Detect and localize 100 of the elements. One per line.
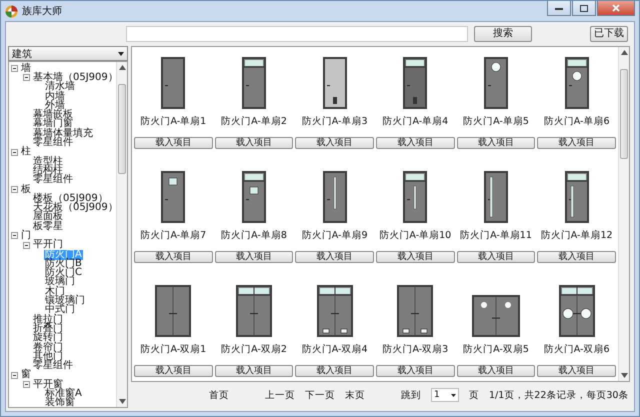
load-button[interactable]: 载入项目 (456, 251, 536, 263)
tree-item[interactable]: 零星组件 (32, 138, 74, 148)
minimize-icon (555, 6, 563, 10)
jump-label: 跳到 (401, 388, 421, 402)
load-button[interactable]: 载入项目 (214, 137, 294, 149)
load-button[interactable]: 载入项目 (537, 365, 616, 377)
door-drawing (403, 171, 428, 223)
collapse-icon[interactable] (23, 74, 30, 82)
item-name: 防火门A-单扇3 (302, 115, 368, 128)
item-name: 防火门A-单扇12 (540, 229, 613, 242)
load-button[interactable]: 载入项目 (134, 365, 213, 377)
door-drawing (484, 57, 508, 109)
app-logo-icon (5, 4, 18, 18)
load-button[interactable]: 载入项目 (537, 137, 616, 149)
scroll-up-icon[interactable] (118, 65, 126, 70)
page-select[interactable]: 1 (431, 388, 459, 402)
door-drawing (484, 171, 508, 223)
item-name: 防火门A-双扇1 (140, 343, 206, 356)
tree-item[interactable]: 其他门 (32, 352, 64, 362)
scroll-down-icon[interactable] (620, 373, 628, 378)
door-drawing (397, 285, 434, 337)
tree-item[interactable]: 板零星 (32, 222, 64, 232)
prev-page-link[interactable]: 上一页 (265, 388, 295, 402)
load-button[interactable]: 载入项目 (295, 137, 374, 149)
search-button[interactable]: 搜索 (474, 26, 532, 42)
collapse-icon[interactable] (23, 381, 30, 388)
collapse-icon[interactable] (11, 186, 18, 193)
door-drawing (155, 285, 192, 337)
collapse-icon[interactable] (11, 372, 18, 379)
dropdown-arrow-icon (451, 394, 456, 396)
item-name: 防火门A-双扇3 (382, 343, 448, 356)
load-button[interactable]: 载入项目 (295, 365, 374, 377)
scroll-thumb[interactable] (118, 84, 126, 174)
collapse-icon[interactable] (11, 65, 18, 72)
door-drawing (564, 171, 589, 223)
tree-item[interactable]: 结构柱 (32, 166, 64, 176)
load-button[interactable]: 载入项目 (214, 365, 294, 377)
tree-item[interactable]: 零星组件 (32, 361, 74, 372)
tree-item[interactable]: 板 (20, 184, 32, 195)
item-name: 防火门A-双扇2 (221, 343, 287, 356)
door-drawing (322, 57, 347, 109)
item-name: 防火门A-单扇6 (544, 115, 610, 128)
item-name: 防火门A-单扇11 (460, 229, 532, 242)
load-button[interactable]: 载入项目 (134, 137, 213, 149)
scroll-up-icon[interactable] (620, 50, 628, 55)
tree-item[interactable]: 门 (20, 231, 32, 241)
scrollbar[interactable] (618, 47, 629, 381)
door-drawing (161, 171, 186, 223)
load-button[interactable]: 载入项目 (295, 251, 374, 263)
item-name: 防火门A-单扇4 (382, 115, 448, 128)
door-drawing (242, 57, 266, 109)
tree-item[interactable]: 柱 (20, 147, 32, 158)
tree-item[interactable]: 内墙 (44, 92, 66, 102)
door-drawing (161, 57, 186, 109)
tree-item[interactable]: 零星组件 (32, 175, 74, 186)
item-name: 防火门A-单扇10 (379, 229, 452, 242)
page-status: 1/1页，共22条记录，每页30条 (489, 388, 628, 402)
door-drawing (236, 285, 272, 337)
tree-item[interactable]: 窗 (20, 370, 32, 380)
tree-item[interactable]: 墙 (20, 64, 32, 74)
load-button[interactable]: 载入项目 (456, 365, 536, 377)
window-title: 族库大师 (22, 4, 62, 18)
load-button[interactable]: 载入项目 (376, 251, 455, 263)
item-name: 防火门A-双扇4 (302, 343, 368, 356)
collapse-icon[interactable] (11, 148, 18, 156)
door-drawing (558, 285, 595, 337)
load-button[interactable]: 载入项目 (456, 137, 536, 149)
load-button[interactable]: 载入项目 (214, 251, 294, 263)
search-field[interactable] (126, 26, 468, 42)
tree-item[interactable]: 推拉门 (32, 314, 64, 325)
maximize-button[interactable] (572, 1, 596, 16)
tree-item[interactable]: 平开门 (32, 240, 64, 250)
load-button[interactable]: 载入项目 (537, 251, 616, 263)
door-drawing (564, 57, 589, 109)
scrollbar[interactable] (116, 62, 127, 407)
scroll-thumb[interactable] (620, 69, 628, 159)
door-drawing (242, 171, 266, 223)
tree-item[interactable]: 装饰窗 (44, 398, 76, 407)
door-drawing (322, 171, 347, 223)
next-page-link[interactable]: 下一页 (305, 388, 335, 402)
item-name: 防火门A-单扇5 (463, 115, 529, 128)
item-name: 防火门A-单扇9 (302, 229, 368, 242)
tree-item[interactable]: 平开窗 (32, 380, 64, 390)
collapse-icon[interactable] (11, 232, 18, 240)
door-drawing (403, 57, 428, 109)
tree-item[interactable]: 木门 (44, 286, 66, 297)
collapse-icon[interactable] (23, 242, 30, 249)
minimize-button[interactable] (547, 1, 571, 16)
load-button[interactable]: 载入项目 (376, 137, 455, 149)
last-page-link[interactable]: 末页 (345, 388, 365, 402)
downloaded-button[interactable]: 已下载 (590, 26, 628, 42)
tree-item[interactable]: 防火门B (44, 258, 83, 269)
item-name: 防火门A-双扇6 (544, 343, 610, 356)
category-dropdown[interactable]: 建筑 (8, 46, 128, 61)
scroll-down-icon[interactable] (118, 399, 126, 404)
load-button[interactable]: 载入项目 (134, 251, 213, 263)
page-unit-label: 页 (469, 388, 479, 402)
load-button[interactable]: 载入项目 (376, 365, 455, 377)
first-page-link[interactable]: 首页 (209, 388, 229, 402)
close-button[interactable] (597, 1, 635, 16)
